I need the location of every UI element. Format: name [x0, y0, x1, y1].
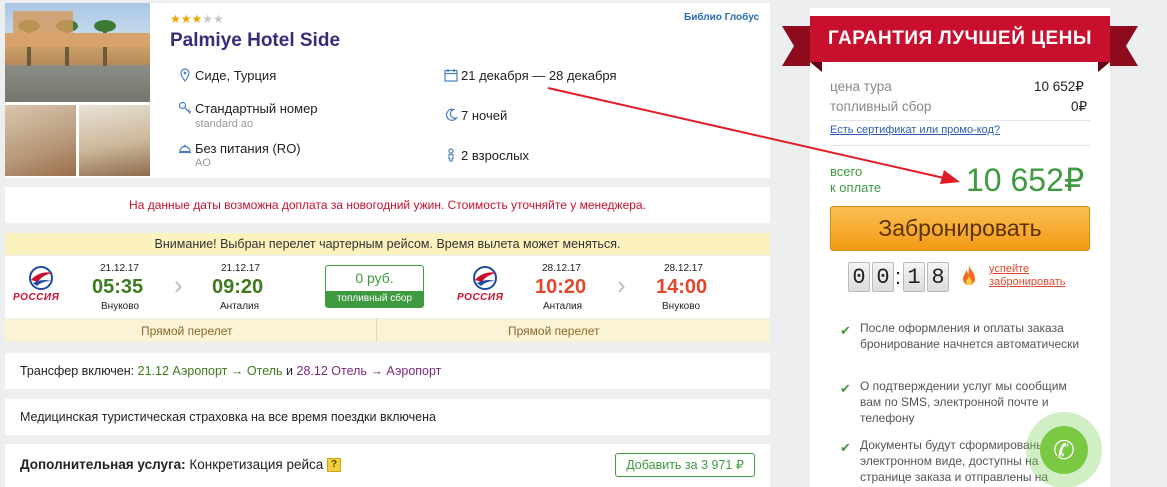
fire-icon — [963, 265, 975, 285]
out-arr-airport: Анталия — [220, 301, 260, 312]
transfer-date-1: 21.12 — [137, 364, 169, 378]
timer-digit: 8 — [927, 262, 949, 292]
meal-cloche-icon — [179, 144, 191, 154]
meal-plan-code: AO — [195, 157, 211, 169]
rossiya-logo-icon — [473, 266, 497, 290]
hurry-link-2[interactable]: забронировать — [989, 276, 1066, 289]
flight-block: РОССИЯ 21.12.17 05:35 Внуково › 21.12.17… — [5, 256, 770, 342]
new-year-notice: На данные даты возможна доплата за новог… — [5, 187, 770, 223]
help-question-icon[interactable]: ? — [327, 458, 342, 473]
insurance-row: Медицинская туристическая страховка на в… — [5, 399, 770, 435]
transfer-and: и — [286, 364, 294, 378]
guests-count: 2 взрослых — [461, 148, 529, 163]
extra-service-value: Конкретизация рейса — [189, 457, 324, 472]
out-dep-airport: Внуково — [101, 301, 140, 312]
out-arr-date: 21.12.17 — [221, 263, 260, 274]
calendar-icon — [444, 69, 458, 82]
rossiya-logo-icon — [29, 266, 53, 290]
room-type-code: standard ao — [195, 118, 254, 130]
transfer-route-1-to: Отель — [246, 364, 283, 378]
transfer-route-2-to: Аэропорт — [386, 364, 442, 378]
star-empty-icons: ★★ — [202, 12, 224, 26]
extra-service-label: Дополнительная услуга: — [20, 457, 186, 472]
back-dep-date: 28.12.17 — [542, 263, 581, 274]
tour-price-label: цена тура — [830, 79, 892, 94]
insurance-text: Медицинская туристическая страховка на в… — [20, 410, 436, 424]
meal-plan: Без питания (RO) — [195, 141, 301, 156]
total-label-2: к оплате — [830, 180, 882, 195]
back-arr-time: 14:00 — [656, 276, 708, 298]
airline-logo-return: РОССИЯ — [457, 266, 513, 303]
checkmark-icon: ✔ — [840, 323, 851, 338]
hurry-link-1[interactable]: успейте — [989, 263, 1029, 276]
chevron-right-icon: › — [174, 270, 183, 300]
promo-code-link[interactable]: Есть сертификат или промо-код? — [830, 124, 1000, 136]
back-arr-date: 28.12.17 — [664, 263, 703, 274]
flight-divider — [376, 318, 377, 342]
info-bullet-1: После оформления и оплаты заказа брониро… — [860, 321, 1080, 351]
person-icon — [448, 148, 454, 162]
out-dep-date: 21.12.17 — [100, 263, 139, 274]
fuel-price-label: топливный сбор — [830, 99, 932, 114]
out-dep-time: 05:35 — [92, 276, 144, 298]
transfer-text: Трансфер включен: 21.12 Аэропорт → Отель… — [20, 364, 441, 378]
room-type: Стандартный номер — [195, 101, 318, 116]
fuel-surcharge-value: 0 руб. — [355, 270, 394, 286]
out-arr-time: 09:20 — [212, 276, 264, 298]
extra-service-text: Дополнительная услуга: Конкретизация рей… — [20, 457, 342, 473]
book-button[interactable]: Забронировать — [830, 206, 1090, 251]
arrow-right-icon: → — [230, 364, 244, 378]
nights-count: 7 ночей — [461, 108, 508, 123]
chevron-right-icon: › — [617, 270, 626, 300]
add-extra-service-button[interactable]: Добавить за 3 971 ₽ — [615, 453, 755, 477]
timer-separator: : — [895, 264, 902, 289]
hotel-location: Сиде, Турция — [195, 68, 277, 83]
airline-name-return: РОССИЯ — [457, 292, 504, 303]
location-pin-icon — [180, 68, 190, 82]
fuel-surcharge-box: 0 руб. топливный сбор — [325, 265, 424, 308]
phone-icon: ✆ — [1040, 426, 1088, 474]
best-price-banner-text: ГАРАНТИЯ ЛУЧШЕЙ ЦЕНЫ — [827, 28, 1092, 49]
back-arr-airport: Внуково — [662, 301, 701, 312]
fuel-price-value: 0₽ — [1071, 99, 1088, 114]
price-divider — [830, 145, 1090, 146]
back-dep-airport: Анталия — [543, 301, 583, 312]
out-direct-label: Прямой перелет — [141, 324, 233, 338]
back-direct-label: Прямой перелет — [508, 324, 600, 338]
transfer-route-1-from: Аэропорт — [172, 364, 228, 378]
transfer-row: Трансфер включен: 21.12 Аэропорт → Отель… — [5, 353, 770, 389]
hotel-name[interactable]: Palmiye Hotel Side — [170, 30, 340, 52]
hotel-main-photo[interactable] — [5, 3, 150, 102]
timer-digit: 0 — [848, 262, 870, 292]
new-year-notice-text: На данные даты возможна доплата за новог… — [129, 198, 646, 212]
flight-type-bar: Прямой перелет Прямой перелет — [5, 318, 770, 342]
checkmark-icon: ✔ — [840, 381, 851, 396]
timer-digit: 1 — [903, 262, 925, 292]
room-key-icon — [178, 101, 192, 114]
hotel-room-photo[interactable] — [5, 105, 76, 176]
total-price: 10 652₽ — [966, 162, 1085, 198]
airline-logo-outbound: РОССИЯ — [13, 266, 69, 303]
back-dep-time: 10:20 — [535, 276, 587, 298]
hotel-rating-stars: ★★★★★ — [170, 12, 224, 26]
tour-price-value: 10 652₽ — [1034, 79, 1084, 94]
callback-button[interactable]: ✆ — [1026, 412, 1102, 487]
total-label-1: всего — [830, 164, 863, 179]
hotel-lobby-photo[interactable] — [79, 105, 150, 176]
transfer-label: Трансфер включен: — [20, 364, 135, 378]
charter-warning: Внимание! Выбран перелет чартерным рейсо… — [5, 233, 770, 255]
airline-name-outbound: РОССИЯ — [13, 292, 60, 303]
timer-digit: 0 — [872, 262, 894, 292]
moon-icon — [446, 108, 458, 121]
transfer-route-2-from: Отель — [331, 364, 367, 378]
fuel-surcharge-label: топливный сбор — [326, 291, 423, 307]
arrow-right-icon: → — [370, 364, 383, 378]
star-filled-icons: ★★★ — [170, 12, 203, 26]
price-divider — [830, 120, 1090, 121]
checkmark-icon: ✔ — [840, 440, 851, 455]
transfer-date-2: 28.12 — [296, 364, 328, 378]
tour-dates: 21 декабря — 28 декабря — [461, 68, 617, 83]
tour-operator: Библио Глобус — [684, 12, 760, 23]
